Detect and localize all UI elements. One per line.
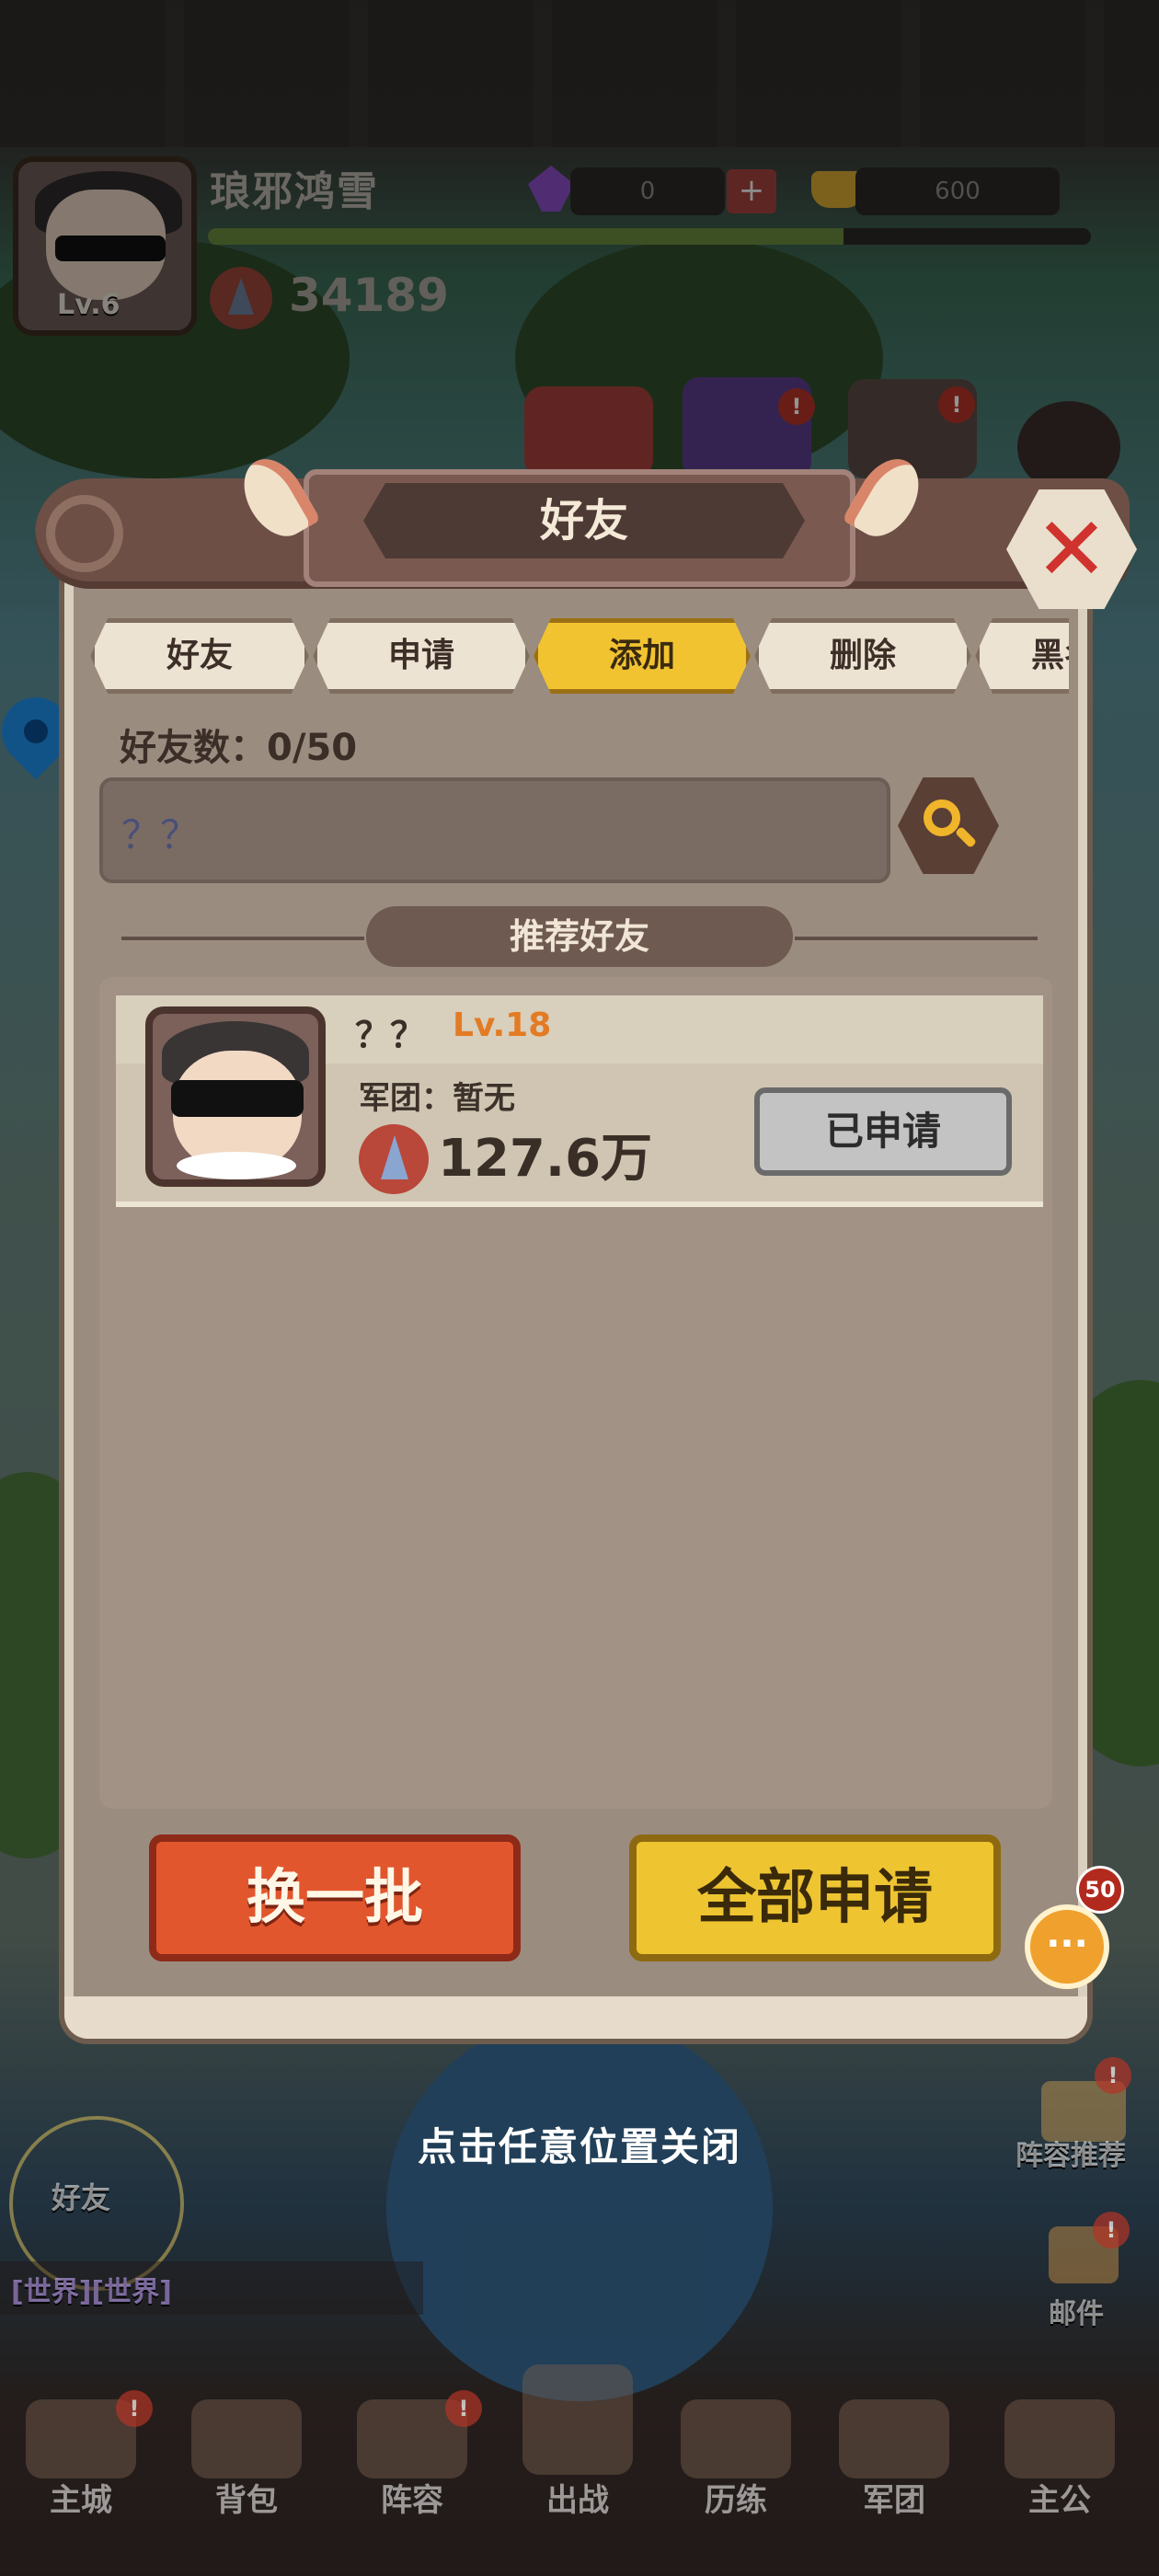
friend-count: 好友数：0/50 [120,727,358,769]
nav-legion[interactable]: 军团 [830,2475,958,2520]
friend-avatar[interactable] [145,1006,326,1187]
refresh-button[interactable]: 换一批 [149,1834,521,1961]
applied-button[interactable]: 已申请 [754,1087,1012,1176]
search-icon [924,799,960,836]
lord-icon[interactable] [1004,2399,1115,2478]
section-title: 推荐好友 [366,906,793,967]
lineup-label: 阵容推荐 [1016,2140,1126,2172]
chat-bubble-icon[interactable]: ··· [1025,1904,1109,1989]
tab-delete[interactable]: 删除 [754,618,971,694]
battle-icon[interactable] [522,2364,633,2475]
search-icon-handle [954,825,978,849]
combat-power-icon [359,1124,429,1194]
friend-power: 127.6万 [438,1129,653,1189]
friends-shortcut-label: 好友 [52,2180,111,2215]
chat-unread-badge: 50 [1076,1866,1124,1914]
world-chat-text: [世界][世界] [11,2276,172,2308]
nav-battle[interactable]: 出战 [513,2475,642,2520]
tab-blacklist[interactable]: 黑名单 [975,618,1069,694]
nav-lineup[interactable]: 阵容 [348,2475,476,2520]
swirl-ornament-icon [46,495,123,572]
notification-badge: ! [116,2390,153,2427]
nav-main-city[interactable]: 主城 [17,2475,145,2520]
search-input[interactable] [120,798,878,866]
legion-icon[interactable] [839,2399,949,2478]
nav-training[interactable]: 历练 [671,2475,800,2520]
notification-badge: ! [1095,2057,1131,2094]
avatar-glasses [171,1080,304,1117]
friend-level: Lv.18 [453,1006,552,1044]
avatar-beard [177,1152,296,1179]
search-field[interactable] [99,777,890,883]
nav-lord[interactable]: 主公 [995,2475,1124,2520]
chat-dots: ··· [1046,1923,1088,1965]
apply-all-button[interactable]: 全部申请 [629,1834,1001,1961]
mail-label: 邮件 [1049,2298,1104,2330]
tab-friends[interactable]: 好友 [90,618,309,694]
training-icon[interactable] [681,2399,791,2478]
friend-guild: 军团：暂无 [359,1080,515,1117]
list-item: ？？ Lv.18 军团：暂无 127.6万 已申请 [116,995,1043,1207]
notification-badge: ! [1093,2212,1130,2248]
tab-strip: 好友 申请 添加 删除 黑名单 [88,607,1069,708]
friend-name: ？？ [355,1015,426,1055]
tab-add[interactable]: 添加 [534,618,751,694]
divider-left [121,937,364,940]
tab-requests[interactable]: 申请 [313,618,530,694]
dialog-bottom-trim [64,1996,1087,2039]
nav-backpack[interactable]: 背包 [182,2475,311,2520]
backpack-icon[interactable] [191,2399,302,2478]
notification-badge: ! [445,2390,482,2427]
dialog-title: 好友 [539,495,628,546]
divider-right [795,937,1038,940]
